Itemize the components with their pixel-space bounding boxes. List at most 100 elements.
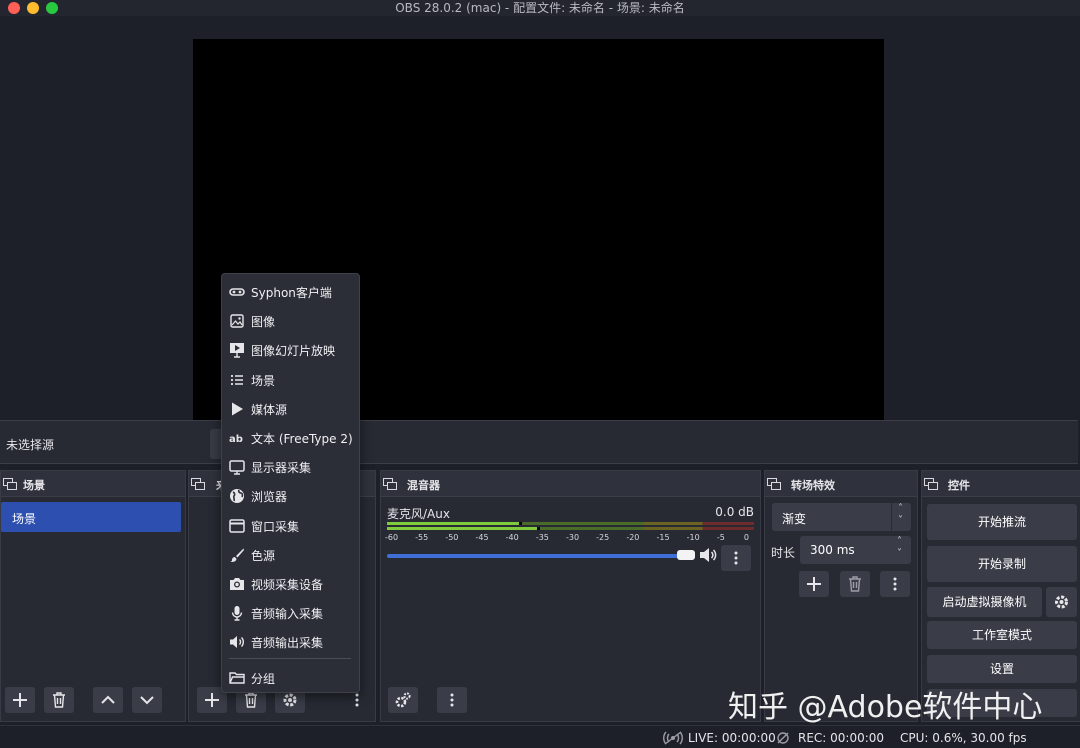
trash-icon: [53, 692, 65, 708]
mixer-menu-button[interactable]: [437, 687, 467, 713]
meter-scale-label: 0: [743, 533, 749, 542]
source-properties-bar: 未选择源: [0, 420, 1078, 464]
add-source-menu-item[interactable]: 视频采集设备: [222, 569, 359, 597]
start-virtual-camera-button[interactable]: 启动虚拟摄像机: [927, 587, 1042, 617]
scene-list-item[interactable]: 场景: [1, 502, 181, 532]
more-vertical-icon: [355, 693, 359, 707]
volume-slider-thumb[interactable]: [677, 550, 695, 560]
add-source-menu-item-label: 媒体源: [251, 402, 288, 417]
meter-scale-label: -20: [626, 533, 640, 542]
remove-transition-button[interactable]: [840, 571, 870, 597]
window-icon: [229, 518, 245, 534]
add-source-menu-item[interactable]: 浏览器: [222, 481, 359, 509]
add-source-menu-item[interactable]: 音频输入采集: [222, 598, 359, 626]
play-icon: [229, 401, 245, 417]
window-title: OBS 28.0.2 (mac) - 配置文件: 未命名 - 场景: 未命名: [395, 1, 685, 15]
add-source-menu-item[interactable]: ab 文本 (FreeType 2): [222, 423, 359, 451]
add-source-menu-item[interactable]: Syphon客户端: [222, 277, 359, 305]
move-scene-down-button[interactable]: [132, 687, 162, 713]
mixer-dock-header[interactable]: 混音器: [381, 471, 760, 497]
chevron-updown-icon: [891, 503, 911, 531]
add-source-menu-item[interactable]: 音频输出采集: [222, 627, 359, 655]
transitions-dock-header[interactable]: 转场特效: [765, 471, 917, 497]
meter-scale-label: -50: [445, 533, 459, 542]
scenes-toolbar: [1, 687, 185, 721]
speaker-icon[interactable]: [699, 547, 717, 563]
duration-label: 时长: [771, 546, 796, 560]
add-source-menu-item[interactable]: 色源: [222, 540, 359, 568]
plus-icon: [807, 577, 821, 591]
trash-icon: [245, 692, 257, 708]
add-source-menu-item[interactable]: 显示器采集: [222, 452, 359, 480]
plus-icon: [205, 693, 219, 707]
meter-scale-label: -25: [596, 533, 610, 542]
dock-float-icon[interactable]: [767, 478, 781, 490]
meter-scale-label: -15: [656, 533, 670, 542]
audio-meter: [387, 522, 754, 530]
mixer-track-db: 0.0 dB: [715, 505, 754, 519]
add-source-menu-item[interactable]: 场景: [222, 365, 359, 393]
add-source-menu-item[interactable]: 图像幻灯片放映: [222, 335, 359, 363]
controls-dock-header[interactable]: 控件: [922, 471, 1080, 497]
start-recording-button[interactable]: 开始录制: [927, 546, 1077, 582]
dock-float-icon[interactable]: [3, 478, 17, 490]
plus-icon: [13, 693, 27, 707]
speaker-icon: [229, 634, 245, 650]
add-source-menu-item-label: 场景: [251, 373, 276, 388]
list-icon: [229, 372, 245, 388]
virtual-camera-settings-button[interactable]: [1046, 587, 1077, 617]
start-streaming-button[interactable]: 开始推流: [927, 504, 1077, 540]
add-source-menu-item-label: 图像幻灯片放映: [251, 344, 336, 359]
syphon-icon: [229, 284, 245, 300]
studio-mode-button[interactable]: 工作室模式: [927, 621, 1077, 649]
transition-properties-button[interactable]: [880, 571, 910, 597]
dock-float-icon[interactable]: [191, 478, 205, 490]
more-vertical-icon: [734, 551, 738, 565]
slideshow-icon: [229, 342, 245, 359]
transition-type-value: 渐变: [782, 512, 807, 526]
add-source-menu-item[interactable]: 分组: [222, 663, 359, 691]
cpu-status: CPU: 0.6%, 30.00 fps: [900, 731, 1027, 745]
add-source-menu-item-label: 文本 (FreeType 2): [251, 432, 353, 446]
mixer-track-name: 麦克风/Aux: [387, 507, 450, 521]
add-scene-button[interactable]: [5, 687, 35, 713]
meter-scale-label: -35: [535, 533, 549, 542]
controls-dock-title: 控件: [948, 479, 970, 492]
transition-type-select[interactable]: 渐变: [772, 503, 911, 531]
more-vertical-icon: [450, 693, 454, 707]
meter-scale-label: -40: [505, 533, 519, 542]
status-bar: LIVE: 00:00:00 REC: 00:00:00 CPU: 0.6%, …: [0, 725, 1080, 748]
add-source-menu-item[interactable]: 窗口采集: [222, 511, 359, 539]
dock-float-icon[interactable]: [383, 478, 397, 490]
watermark: 知乎 @Adobe软件中心: [728, 690, 1043, 725]
scenes-dock-title: 场景: [23, 479, 45, 492]
add-source-menu-item-label: 窗口采集: [251, 519, 300, 534]
no-source-selected-label: 未选择源: [6, 438, 55, 452]
mixer-more-button[interactable]: [721, 545, 751, 571]
record-icon: [777, 732, 789, 744]
scenes-dock-header[interactable]: 场景: [1, 471, 185, 497]
add-source-menu-item[interactable]: 媒体源: [222, 394, 359, 422]
settings-button[interactable]: 设置: [927, 655, 1077, 683]
meter-scale-label: -60: [385, 533, 399, 542]
folder-icon: [229, 670, 245, 686]
duration-spinbox[interactable]: 300 ms: [800, 536, 911, 564]
gear-icon: [1055, 595, 1068, 609]
add-source-menu-item-label: 视频采集设备: [251, 578, 324, 592]
volume-slider-track[interactable]: [387, 554, 687, 558]
meter-scale-label: -5: [716, 533, 725, 542]
advanced-audio-properties-button[interactable]: [388, 687, 418, 713]
add-source-menu-item-label: 音频输入采集: [251, 607, 324, 622]
add-source-menu-item-label: 显示器采集: [251, 461, 312, 476]
gears-icon: [395, 692, 411, 708]
add-source-menu-item[interactable]: 图像: [222, 306, 359, 334]
dock-float-icon[interactable]: [924, 478, 938, 490]
chevron-up-icon: [101, 695, 115, 704]
add-source-menu-item-label: 浏览器: [251, 490, 288, 505]
remove-scene-button[interactable]: [44, 687, 74, 713]
title-bar: OBS 28.0.2 (mac) - 配置文件: 未命名 - 场景: 未命名: [0, 0, 1080, 16]
meter-scale-label: -55: [415, 533, 429, 542]
move-scene-up-button[interactable]: [93, 687, 123, 713]
svg-text:ab: ab: [229, 434, 243, 445]
add-transition-button[interactable]: [799, 571, 829, 597]
